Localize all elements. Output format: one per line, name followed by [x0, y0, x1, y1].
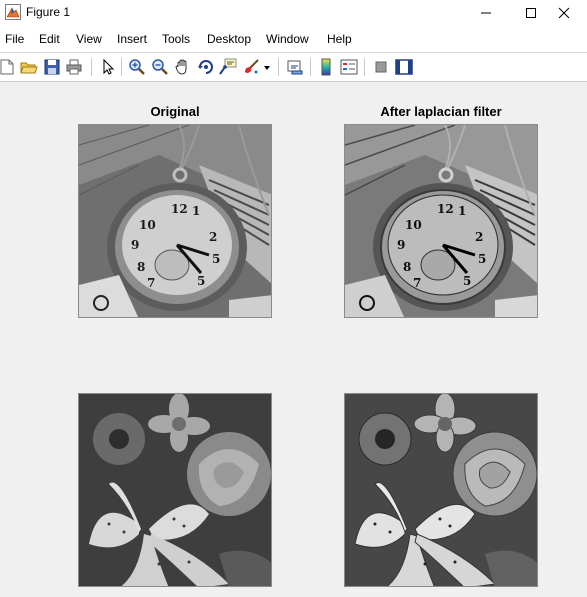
edit-plot-icon[interactable]	[99, 58, 117, 76]
maximize-icon	[526, 7, 536, 18]
toolbar-separator	[91, 58, 92, 76]
menu-bar: File Edit View Insert Tools Desktop Wind…	[0, 25, 587, 52]
svg-text:8: 8	[137, 260, 145, 274]
svg-text:5: 5	[478, 252, 486, 266]
zoom-out-icon[interactable]	[151, 58, 169, 76]
image-flowers-original	[78, 393, 272, 587]
svg-text:7: 7	[147, 276, 155, 290]
svg-text:8: 8	[403, 260, 411, 274]
svg-text:10: 10	[139, 218, 156, 232]
hide-plot-tools-icon[interactable]	[372, 58, 390, 76]
axes-title-filtered: After laplacian filter	[380, 104, 502, 119]
menu-help[interactable]: Help	[327, 32, 352, 46]
menu-tools[interactable]: Tools	[162, 32, 190, 46]
link-plot-icon[interactable]	[286, 58, 304, 76]
window-title-bar: Figure 1	[0, 0, 587, 25]
svg-text:1: 1	[192, 204, 200, 218]
image-flowers-filtered	[344, 393, 538, 587]
axes-title-original: Original	[150, 104, 200, 119]
matlab-figure-icon	[5, 4, 21, 20]
show-plot-tools-icon[interactable]	[395, 58, 413, 76]
rotate-3d-icon[interactable]	[197, 58, 215, 76]
close-icon	[558, 7, 570, 18]
svg-text:7: 7	[413, 276, 421, 290]
svg-text:5: 5	[463, 274, 471, 288]
image-watch-filtered: 12 10 1 2 9 5 87 5	[344, 124, 538, 318]
pan-icon[interactable]	[174, 58, 192, 76]
window-title: Figure 1	[26, 5, 71, 19]
menu-desktop[interactable]: Desktop	[207, 32, 251, 46]
svg-text:12: 12	[171, 202, 188, 216]
close-button[interactable]	[541, 0, 587, 25]
figure-toolbar	[0, 52, 587, 82]
toolbar-separator	[121, 58, 122, 76]
svg-text:12: 12	[437, 202, 454, 216]
svg-text:1: 1	[458, 204, 466, 218]
open-file-icon[interactable]	[20, 58, 38, 76]
svg-text:9: 9	[397, 238, 405, 252]
chevron-down-icon[interactable]	[262, 58, 272, 76]
svg-text:10: 10	[405, 218, 422, 232]
print-icon[interactable]	[65, 58, 83, 76]
svg-text:9: 9	[131, 238, 139, 252]
toolbar-separator	[310, 58, 311, 76]
legend-icon[interactable]	[340, 58, 358, 76]
svg-text:5: 5	[212, 252, 220, 266]
svg-text:2: 2	[209, 230, 217, 244]
minimize-button[interactable]	[463, 0, 509, 25]
svg-text:5: 5	[197, 274, 205, 288]
menu-insert[interactable]: Insert	[117, 32, 147, 46]
menu-window[interactable]: Window	[266, 32, 309, 46]
toolbar-separator	[278, 58, 279, 76]
toolbar-separator	[364, 58, 365, 76]
svg-text:2: 2	[475, 230, 483, 244]
menu-file[interactable]: File	[5, 32, 24, 46]
save-icon[interactable]	[43, 58, 61, 76]
colorbar-icon[interactable]	[317, 58, 335, 76]
new-figure-icon[interactable]	[0, 58, 16, 76]
data-cursor-icon[interactable]	[219, 58, 237, 76]
menu-edit[interactable]: Edit	[39, 32, 60, 46]
image-watch-original: 12 10 1 2 9 5 87 5	[78, 124, 272, 318]
menu-view[interactable]: View	[76, 32, 102, 46]
zoom-in-icon[interactable]	[128, 58, 146, 76]
brush-icon[interactable]	[242, 58, 260, 76]
minimize-icon	[481, 12, 491, 13]
